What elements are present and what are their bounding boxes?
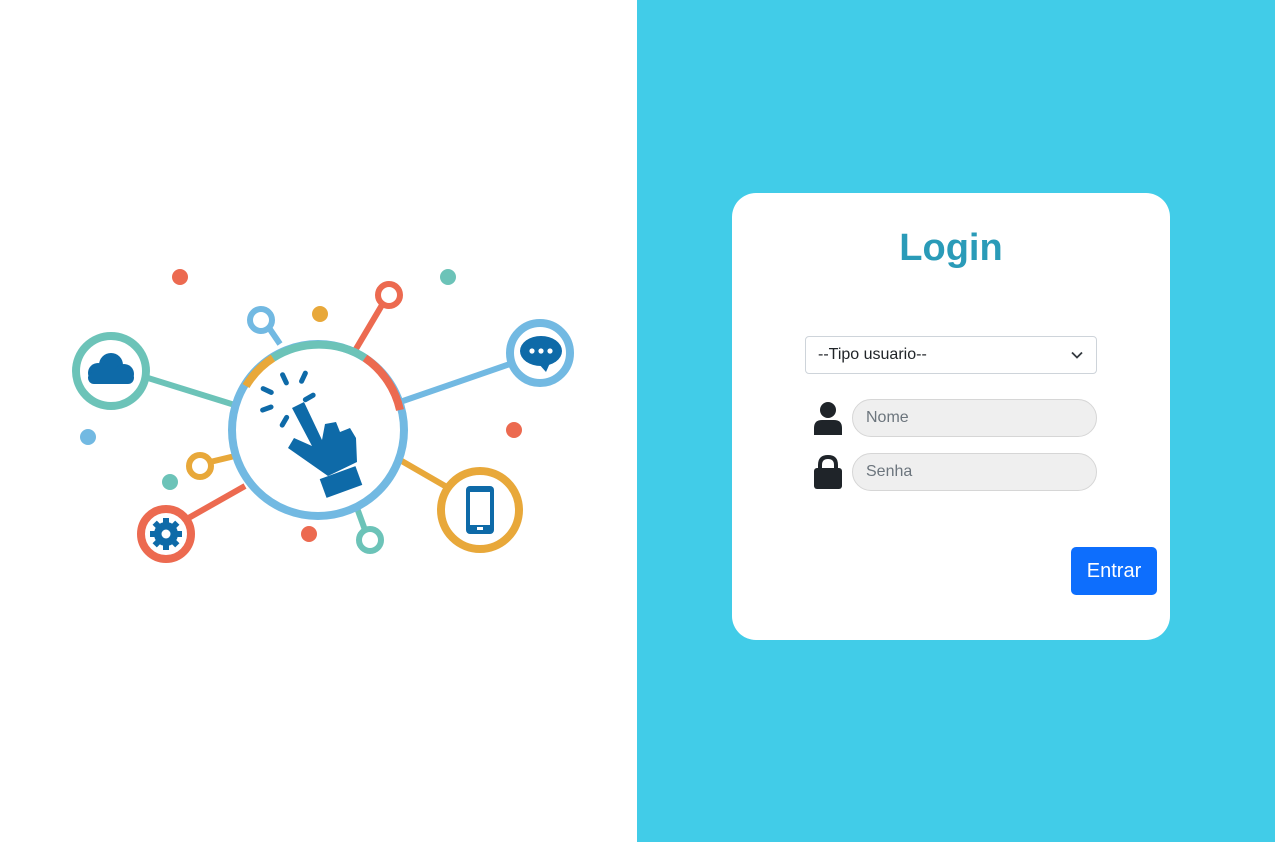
chevron-down-icon (1071, 351, 1083, 359)
left-panel (0, 0, 637, 842)
right-panel: Login --Tipo usuario-- Nome Entrar (637, 0, 1275, 842)
gear-icon (150, 518, 182, 550)
user-type-select[interactable]: --Tipo usuario-- (805, 336, 1097, 374)
login-page: Login --Tipo usuario-- Nome Entrar (0, 0, 1275, 842)
smartphone-icon (466, 486, 494, 534)
login-title: Login (899, 227, 1003, 269)
network-illustration (72, 269, 574, 563)
password-field-row (812, 453, 1097, 491)
name-input[interactable] (852, 399, 1097, 437)
name-field-row (812, 399, 1097, 437)
user-icon (812, 401, 844, 435)
lock-icon (812, 455, 844, 489)
user-type-select-value: --Tipo usuario-- (818, 346, 927, 363)
login-card: Login --Tipo usuario-- Nome Entrar (732, 193, 1170, 640)
enter-button[interactable]: Entrar (1071, 547, 1157, 595)
password-input[interactable] (852, 453, 1097, 491)
